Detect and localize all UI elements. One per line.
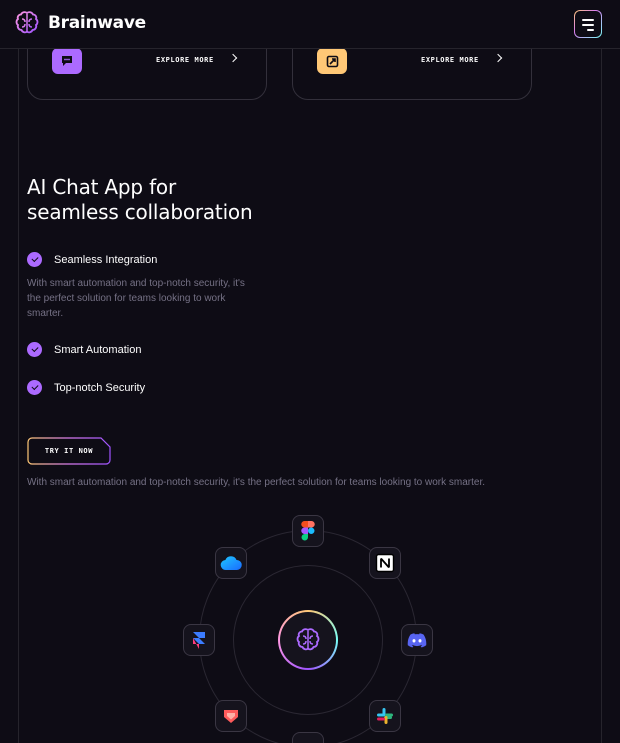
- expand-icon: [317, 48, 347, 74]
- feature-description: With smart automation and top-notch secu…: [27, 278, 245, 319]
- section-title: AI Chat App for seamless collaboration: [27, 175, 253, 224]
- hamburger-menu-icon[interactable]: [574, 10, 602, 38]
- bottom-description: With smart automation and top-notch secu…: [27, 477, 486, 488]
- brand-logo[interactable]: Brainwave: [14, 10, 146, 36]
- explore-more-link[interactable]: EXPLORE MORE: [421, 56, 479, 64]
- explore-more-link[interactable]: EXPLORE MORE: [156, 56, 214, 64]
- check-icon: [27, 380, 42, 395]
- try-it-now-button[interactable]: TRY IT NOW: [27, 437, 111, 465]
- discord-icon[interactable]: [401, 624, 433, 656]
- feature-title: Seamless Integration: [54, 254, 158, 266]
- chevron-right-icon: [493, 53, 503, 63]
- right-guide-line: [601, 0, 602, 743]
- try-it-now-label: TRY IT NOW: [44, 447, 94, 455]
- slack-icon[interactable]: [369, 700, 401, 732]
- figma-icon[interactable]: [292, 515, 324, 547]
- feature-title: Top-notch Security: [54, 382, 146, 394]
- check-icon: [27, 252, 42, 267]
- feature-title: Smart Automation: [54, 344, 142, 356]
- left-guide-line: [18, 0, 19, 743]
- bottom-icon[interactable]: [292, 732, 324, 743]
- top-navigation: Brainwave: [0, 0, 620, 49]
- chat-bubble-icon: [52, 48, 82, 74]
- chevron-right-icon: [228, 53, 238, 63]
- brain-logo-icon: [15, 11, 39, 34]
- brain-hub-icon: [278, 610, 338, 670]
- framer-icon[interactable]: [183, 624, 215, 656]
- brand-name: Brainwave: [48, 13, 146, 33]
- cloud-icon[interactable]: [215, 547, 247, 579]
- notion-icon[interactable]: [369, 547, 401, 579]
- check-icon: [27, 342, 42, 357]
- protopie-icon[interactable]: [215, 700, 247, 732]
